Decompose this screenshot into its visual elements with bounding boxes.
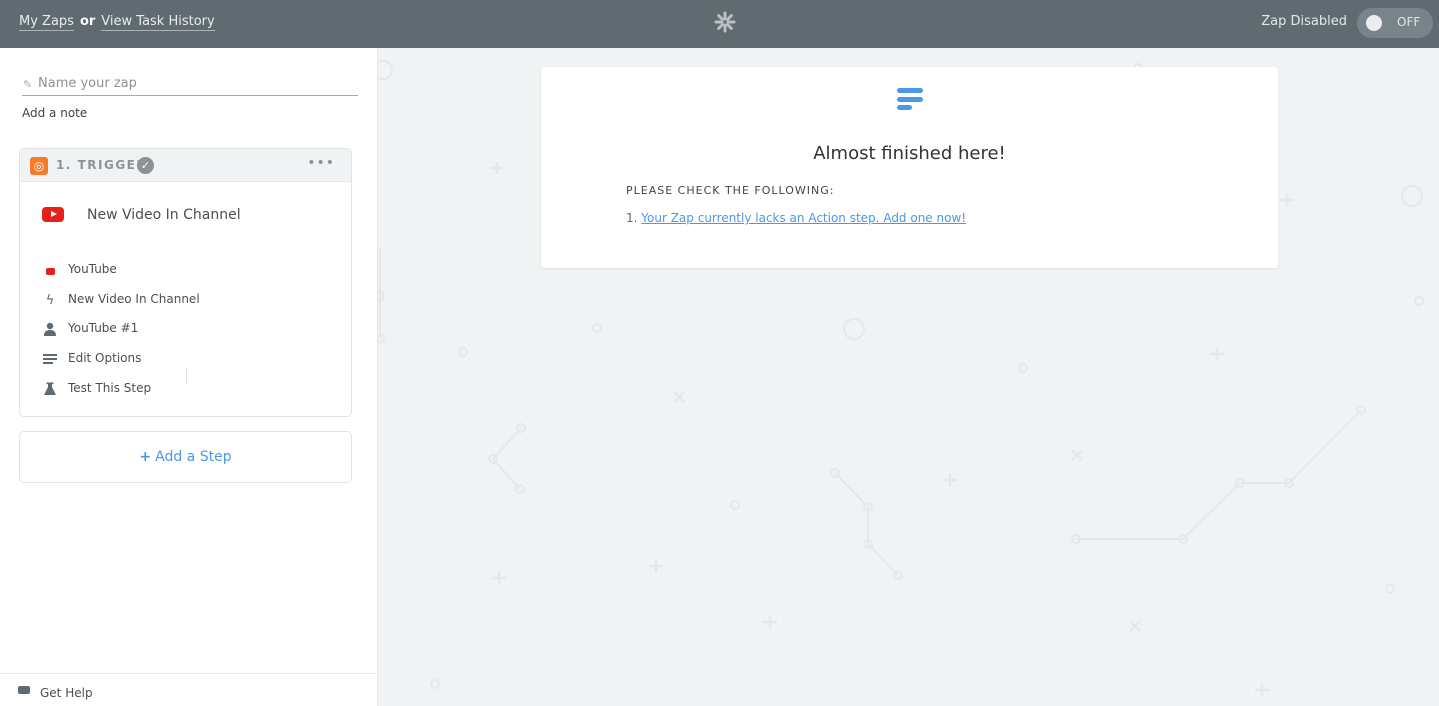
step-connector xyxy=(186,369,187,383)
status-panel: Almost finished here! PLEASE CHECK THE F… xyxy=(541,67,1278,268)
pencil-icon: ✎ xyxy=(23,78,33,91)
zap-name-field[interactable]: ✎ xyxy=(22,76,358,96)
zapier-logo-icon[interactable] xyxy=(714,11,736,33)
chat-icon xyxy=(18,686,30,694)
step-item-trigger[interactable]: ϟ New Video In Channel xyxy=(20,289,351,319)
todo-number: 1. xyxy=(626,211,638,225)
or-text: or xyxy=(79,14,96,29)
zap-name-input[interactable] xyxy=(38,76,348,91)
bolt-icon: ϟ xyxy=(45,292,55,308)
sidebar: ✎ Add a note ◎ 1. TRIGGER ✓ ••• New Vide… xyxy=(0,48,378,706)
list-icon xyxy=(42,352,58,368)
step-item-label: YouTube xyxy=(68,262,117,276)
get-help-link[interactable]: Get Help xyxy=(40,686,93,700)
user-icon xyxy=(42,322,58,338)
youtube-icon xyxy=(42,207,64,222)
step-title: 1. TRIGGER xyxy=(56,158,148,172)
step-items-list: YouTube ϟ New Video In Channel YouTube #… xyxy=(20,259,351,407)
step-item-label: Test This Step xyxy=(68,380,152,395)
toggle-label: OFF xyxy=(1397,15,1421,29)
my-zaps-link[interactable]: My Zaps xyxy=(19,14,74,31)
more-options-icon[interactable]: ••• xyxy=(307,155,335,171)
check-heading: PLEASE CHECK THE FOLLOWING: xyxy=(626,184,835,197)
panel-title: Almost finished here! xyxy=(813,143,1006,164)
youtube-icon xyxy=(42,263,58,279)
step-item-label: Edit Options xyxy=(68,351,142,366)
task-history-link[interactable]: View Task History xyxy=(101,14,215,31)
add-note-link[interactable]: Add a note xyxy=(22,106,87,120)
top-bar: My Zaps or View Task History Zap Disabled … xyxy=(0,0,1439,48)
zap-toggle[interactable]: OFF xyxy=(1357,8,1433,38)
add-action-link[interactable]: Your Zap currently lacks an Action step.… xyxy=(641,211,966,225)
step-name: New Video In Channel xyxy=(87,207,241,223)
plus-icon: + xyxy=(139,449,152,465)
step-item-label: New Video In Channel xyxy=(68,291,200,306)
check-circle-icon: ✓ xyxy=(137,157,154,174)
step-item-account[interactable]: YouTube #1 xyxy=(20,318,351,348)
zap-status-label: Zap Disabled xyxy=(1261,14,1347,29)
trigger-icon: ◎ xyxy=(30,157,48,175)
step-header[interactable]: ◎ 1. TRIGGER ✓ ••• xyxy=(20,149,351,182)
top-nav: My Zaps or View Task History xyxy=(19,14,215,31)
help-bar: Get Help xyxy=(0,673,377,706)
add-step-button[interactable]: + Add a Step xyxy=(19,431,352,483)
checklist-icon xyxy=(897,88,923,114)
todo-item: 1. Your Zap currently lacks an Action st… xyxy=(626,211,966,225)
step-item-app[interactable]: YouTube xyxy=(20,259,351,289)
step-item-label: YouTube #1 xyxy=(68,321,139,336)
flask-icon xyxy=(42,382,58,398)
toggle-knob xyxy=(1366,15,1382,31)
add-step-label: Add a Step xyxy=(155,449,232,465)
